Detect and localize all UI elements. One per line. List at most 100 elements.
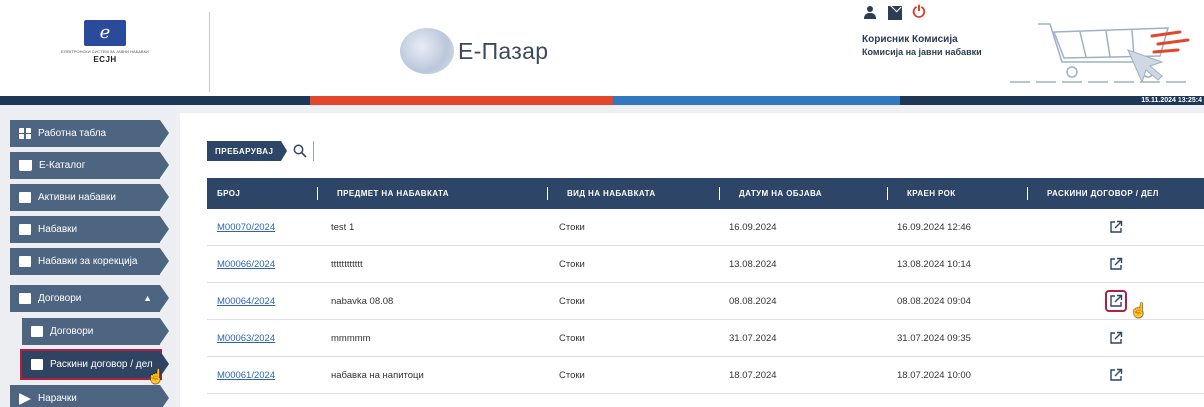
terminate-contract-button[interactable] (1104, 290, 1127, 312)
search-button[interactable]: ПРЕБАРУВАЈ (207, 141, 288, 161)
procurement-number-link[interactable]: M00070/2024 (217, 222, 275, 233)
esjn-logo[interactable]: e ЕЛЕКТРОНСКИ СИСТЕМ ЗА ЈАВНИ НАБАВКИ ЕС… (10, 20, 200, 80)
procurement-subject: mmmmm (331, 332, 371, 344)
document-icon (31, 326, 43, 337)
deadline: 08.08.2024 09:04 (897, 295, 971, 307)
mail-icon[interactable] (888, 6, 902, 20)
procurement-number-link[interactable]: M00063/2024 (217, 333, 275, 344)
user-name: Корисник Комисија (862, 34, 958, 45)
cart-illustration (1010, 23, 1190, 84)
procurement-number-link[interactable]: M00061/2024 (217, 370, 275, 381)
deadline: 31.07.2024 09:35 (897, 332, 971, 344)
sidebar-item-label: Набавки за корекција (38, 256, 138, 267)
sidebar: Работна табла Е-Каталог Активни набавки … (0, 105, 176, 407)
cart-icon (19, 160, 32, 171)
external-edit-icon (1109, 294, 1122, 307)
procurement-type: Стоки (559, 332, 585, 344)
published-date: 13.08.2024 (729, 258, 777, 270)
logo-emblem: e (84, 20, 126, 46)
search-icon[interactable] (289, 141, 311, 161)
table-row: M00064/2024 nabavka 08.08 Стоки 08.08.20… (207, 283, 1204, 320)
brand-title: Е-Пазар (458, 37, 549, 64)
table-row: M00061/2024 набавка на напитоци Стоки 18… (207, 357, 1204, 394)
published-date: 18.07.2024 (729, 369, 777, 381)
sidebar-item-orders[interactable]: Нарачки (10, 385, 169, 407)
column-header-type[interactable]: ВИД НА НАБАВКАТА (547, 178, 719, 209)
terminate-icon (31, 359, 43, 370)
sidebar-item-label: Раскини договор / дел (50, 359, 153, 370)
sidebar-item-label: Набавки (38, 224, 78, 235)
contract-icon (19, 293, 31, 304)
procurement-subject: набавка на напитоци (331, 369, 424, 381)
column-header-subject[interactable]: ПРЕДМЕТ НА НАБАВКАТА (317, 178, 547, 209)
hand-cursor-icon: ☝ (1130, 302, 1148, 318)
deadline: 16.09.2024 12:46 (897, 221, 971, 233)
document-icon (19, 192, 31, 203)
site-brand[interactable]: Е-Пазар (400, 26, 548, 76)
terminate-contract-button[interactable] (1105, 327, 1127, 349)
logo-small-text: ЕЛЕКТРОНСКИ СИСТЕМ ЗА ЈАВНИ НАБАВКИ (61, 49, 149, 54)
user-icon[interactable] (864, 6, 878, 20)
column-header-number[interactable]: БРОЈ (207, 178, 317, 209)
external-edit-icon (1109, 220, 1122, 233)
deadline: 13.08.2024 10:14 (897, 258, 971, 270)
search-toolbar: ПРЕБАРУВАЈ (207, 140, 315, 162)
table-row: M00070/2024 test 1 Стоки 16.09.2024 16.0… (207, 209, 1204, 246)
sidebar-item-terminate-contract[interactable]: Раскини договор / дел (20, 349, 169, 380)
sidebar-item-e-catalog[interactable]: Е-Каталог (10, 152, 169, 179)
column-header-published[interactable]: ДАТУМ НА ОБЈАВА (719, 178, 887, 209)
table-row: M00063/2024 mmmmm Стоки 31.07.2024 31.07… (207, 320, 1204, 357)
column-header-terminate[interactable]: РАСКИНИ ДОГОВОР / ДЕЛ (1027, 178, 1204, 209)
published-date: 16.09.2024 (729, 221, 777, 233)
user-block: ⏻ Корисник Комисија Комисија на јавни на… (862, 5, 1012, 86)
sidebar-item-label: Е-Каталог (39, 160, 86, 171)
sidebar-item-active-procurements[interactable]: Активни набавки (10, 184, 169, 211)
sidebar-item-label: Договори (38, 293, 82, 304)
sidebar-item-dashboard[interactable]: Работна табла (10, 120, 169, 147)
hand-cursor-icon: ☝ (147, 368, 165, 384)
color-bar: 15.11.2024 13:25:4 (0, 96, 1204, 105)
sidebar-item-label: Активни набавки (38, 192, 116, 203)
power-icon[interactable]: ⏻ (912, 5, 926, 21)
published-date: 08.08.2024 (729, 295, 777, 307)
chevron-up-icon[interactable]: ▲ (143, 293, 152, 303)
table-row: M00066/2024 tttttttttttt Стоки 13.08.202… (207, 246, 1204, 283)
main-content: ПРЕБАРУВАЈ БРОЈ ПРЕДМЕТ НА НАБАВКАТА ВИД… (176, 105, 1204, 407)
logo-short-name: ЕСЈН (93, 55, 117, 64)
user-organization: Комисија на јавни набавки (862, 47, 982, 57)
sidebar-item-label: Работна табла (38, 128, 107, 139)
sidebar-item-procurements-for-correction[interactable]: Набавки за корекција (10, 248, 169, 275)
search-divider (313, 141, 315, 161)
header-divider (209, 12, 210, 92)
procurement-type: Стоки (559, 221, 585, 233)
sidebar-item-label: Договори (50, 326, 94, 337)
procurement-number-link[interactable]: M00066/2024 (217, 259, 275, 270)
procurement-subject: tttttttttttt (331, 258, 363, 270)
globe-icon (400, 28, 454, 74)
sidebar-item-contracts-group[interactable]: Договори ▲ (10, 285, 169, 312)
timestamp: 15.11.2024 13:25:4 (1141, 97, 1202, 104)
terminate-contract-button[interactable] (1105, 216, 1127, 238)
list-icon (19, 224, 31, 235)
user-actions: ⏻ (864, 5, 1012, 21)
procurement-type: Стоки (559, 295, 585, 307)
procurement-subject: nabavka 08.08 (331, 295, 394, 307)
content-panel: ПРЕБАРУВАЈ БРОЈ ПРЕДМЕТ НА НАБАВКАТА ВИД… (180, 113, 1204, 407)
external-edit-icon (1109, 368, 1122, 381)
column-header-deadline[interactable]: КРАЕН РОК (887, 178, 1027, 209)
published-date: 31.07.2024 (729, 332, 777, 344)
header: e ЕЛЕКТРОНСКИ СИСТЕМ ЗА ЈАВНИ НАБАВКИ ЕС… (0, 0, 1204, 96)
terminate-contract-button[interactable] (1105, 364, 1127, 386)
sidebar-item-label: Нарачки (38, 393, 77, 404)
terminate-contract-button[interactable] (1105, 253, 1127, 275)
deadline: 18.07.2024 10:00 (897, 369, 971, 381)
procurement-type: Стоки (559, 258, 585, 270)
procurement-subject: test 1 (331, 221, 355, 233)
edit-list-icon (19, 256, 31, 267)
sidebar-item-contracts[interactable]: Договори (22, 318, 169, 345)
procurement-type: Стоки (559, 369, 585, 381)
table-header: БРОЈ ПРЕДМЕТ НА НАБАВКАТА ВИД НА НАБАВКА… (207, 178, 1204, 209)
sidebar-item-procurements[interactable]: Набавки (10, 216, 169, 243)
contracts-table: БРОЈ ПРЕДМЕТ НА НАБАВКАТА ВИД НА НАБАВКА… (207, 178, 1204, 394)
procurement-number-link[interactable]: M00064/2024 (217, 296, 275, 307)
